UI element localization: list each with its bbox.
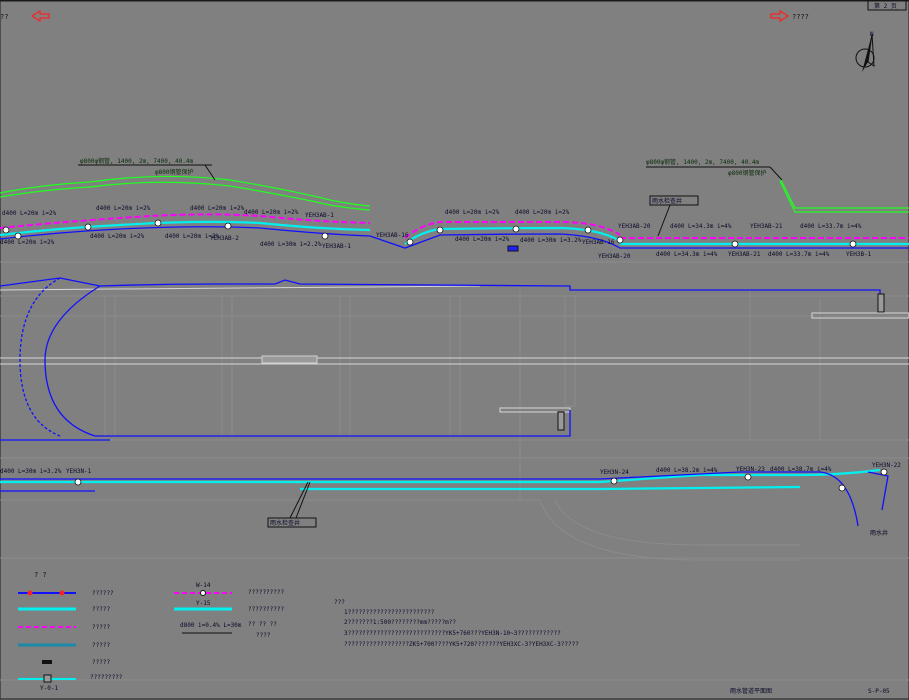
legend-tag: d800 i=0.4% L=30m	[180, 622, 242, 629]
legend-swatch	[59, 590, 65, 596]
pipe-label: d400 L=34.3m i=4%	[670, 223, 732, 230]
green-right-sub: φ800钢管保护	[728, 169, 766, 177]
north-arrow-icon: N	[855, 31, 875, 72]
node-label: YEH3AB-16	[582, 239, 615, 246]
pipe-label: d400 L=20m i=2%	[96, 205, 151, 212]
pipe-label: d400 L=33.7m i=4%	[768, 251, 830, 258]
pipe-label: d400 L=33.7m i=4%	[800, 223, 862, 230]
structure-marker	[557, 411, 565, 431]
notes-title: ???	[334, 599, 345, 606]
pipe-label: d400 L=20m i=2%	[515, 209, 570, 216]
green-left-label: φ800φ钢管, 1400, 2m, 7400, 40.4m	[80, 157, 194, 165]
pipe-label: d400 L=20m i=2%	[445, 209, 500, 216]
legend-label: ?????	[92, 642, 110, 649]
leader-line-4	[769, 166, 783, 181]
pipe-label: d400 L=30m i=2.2%	[260, 241, 322, 248]
legend-tag: Y-0-1	[40, 685, 58, 692]
road-edges	[0, 285, 909, 413]
manhole-markers	[2, 219, 888, 492]
legend-label: ?? ?? ??	[248, 621, 277, 628]
pipe-label: d400 L=20m i=2%	[455, 236, 510, 243]
node-label: YEH3N-23	[736, 466, 765, 473]
north-label: N	[870, 31, 874, 38]
pipe-label: d400 L=34.3m i=4%	[656, 251, 718, 258]
drawing-canvas: ?? ???? 第 2 页 N φ800φ钢管, 1400, 2m, 7400,…	[0, 0, 909, 700]
legend-label: ????	[256, 632, 271, 639]
legend-label: ?????	[92, 624, 110, 631]
drawing-code: S-P-05	[868, 688, 890, 695]
legend-label: ?????????	[90, 674, 123, 681]
pipe-label: d400 L=20m i=2%	[244, 209, 299, 216]
right-arrow-icon	[770, 9, 790, 23]
node-label: YEH3N-22	[872, 462, 901, 469]
legend-swatch	[27, 590, 33, 596]
boxed-label-top: 雨水检查井	[649, 195, 699, 237]
pipe-label: d400 L=20m i=2%	[90, 233, 145, 240]
note-line: ??????????????????ZK5+700????YK5+720????…	[344, 641, 579, 648]
sheet-number: 第 2 页	[874, 2, 897, 10]
pipe-label: d400 L=38.7m i=4%	[770, 466, 832, 473]
legend-label: ??????	[92, 590, 114, 597]
note-line: 2???????1:500????????mm?????m??	[344, 619, 456, 626]
cad-drawing: ?? ???? 第 2 页 N φ800φ钢管, 1400, 2m, 7400,…	[0, 0, 909, 700]
green-right-label: φ800φ钢管, 1400, 2m, 7400, 40.4m	[646, 158, 760, 166]
drawing-border	[0, 0, 909, 700]
legend-title: ? ?	[34, 571, 47, 579]
node-label: YEH3AB-20	[598, 253, 631, 260]
legend-tag: Y-15	[196, 600, 211, 607]
node-label: YEH3AB-21	[728, 251, 761, 258]
node-label: YEH3AB-16	[376, 232, 409, 239]
pipe-label: d400 L=30m i=3.2%	[0, 468, 62, 475]
box-top-text: 雨水检查井	[652, 197, 682, 205]
legend-swatch	[43, 674, 52, 683]
structure-marker	[507, 245, 519, 252]
node-label: YEH3B-1	[846, 251, 872, 258]
green-left-sub: φ800钢管保护	[155, 168, 193, 176]
node-label: YEH3N-24	[600, 469, 629, 476]
node-label: YEH3AB-20	[618, 223, 651, 230]
legend-label: ?????	[92, 606, 110, 613]
left-arrow-icon	[30, 9, 50, 23]
notes: ??? 1???????????????????????? 2???????1:…	[334, 599, 579, 648]
node-label: YEH3AB-1	[322, 243, 351, 250]
structure-marker	[877, 293, 885, 313]
node-label: YEH3AB-2	[210, 235, 239, 242]
corner-note: 雨水井	[870, 529, 888, 537]
pipe-label: d400 L=30m i=3.2%	[520, 237, 582, 244]
legend-label: ??????????	[248, 589, 285, 596]
left-direction-label: ??	[0, 13, 8, 21]
legend-label: ??????????	[248, 606, 285, 613]
right-direction-label: ????	[792, 13, 809, 21]
legend-swatch	[42, 660, 52, 664]
drawing-title: 雨水管道平面图	[730, 687, 772, 695]
pipe-label: d400 L=20m i=2%	[0, 239, 55, 246]
box-bottom-text: 雨水检查井	[270, 519, 300, 527]
legend-tag: W-14	[196, 582, 211, 589]
node-label: YEH3AB-1	[305, 212, 334, 219]
pipe-label: d400 L=20m i=2%	[2, 210, 57, 217]
pipe-label: d400 L=38.2m i=4%	[656, 467, 718, 474]
legend-label: ?????	[92, 659, 110, 666]
legend-swatch	[200, 590, 206, 596]
note-line: 3???????????????????????????YK5+760???YE…	[344, 630, 561, 637]
node-label: YEH3N-1	[66, 468, 92, 475]
legend: ? ? ?????? ????? ????? ????? ????? Y-0-1…	[18, 571, 285, 692]
pipe-label: d400 L=20m i=2%	[190, 205, 245, 212]
node-label: YEH3AB-21	[750, 223, 783, 230]
note-line: 1????????????????????????	[344, 609, 435, 616]
